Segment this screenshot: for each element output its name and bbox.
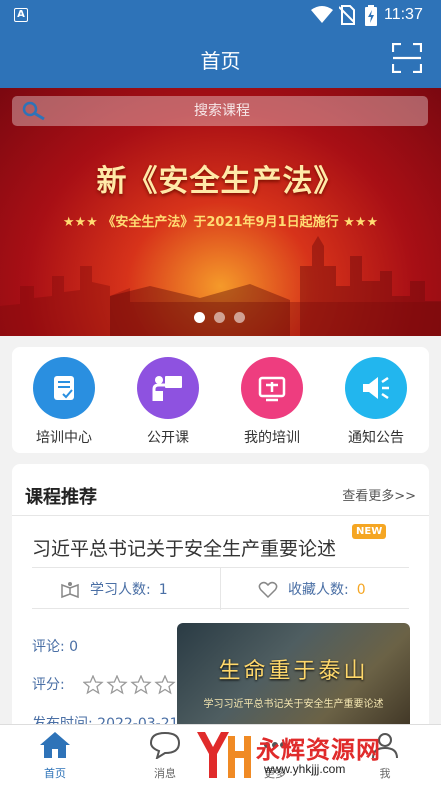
new-badge: NEW bbox=[352, 524, 387, 539]
heart-icon bbox=[258, 581, 278, 599]
search-icon bbox=[22, 101, 45, 121]
comments-count: 0 bbox=[69, 639, 79, 655]
favorites-label: 收藏人数: bbox=[288, 582, 349, 598]
tab-label: 首页 bbox=[44, 767, 66, 780]
carousel-dot[interactable] bbox=[234, 312, 245, 323]
page-title: 首页 bbox=[200, 49, 241, 73]
announcement-icon bbox=[345, 357, 407, 419]
search-bar[interactable] bbox=[12, 96, 428, 126]
star-icon bbox=[106, 675, 128, 695]
course-recommend-card: 课程推荐 查看更多>> 习近平总书记关于安全生产重要论述 NEW 学习人数: 1 … bbox=[12, 464, 429, 734]
site-watermark: 永辉资源网 www.yhkjjj.com bbox=[194, 728, 419, 784]
scan-icon[interactable] bbox=[392, 43, 422, 73]
banner-headline: 新《安全生产法》 bbox=[96, 164, 345, 199]
top-nav-bar: 首页 bbox=[0, 30, 441, 88]
banner-carousel[interactable]: 新《安全生产法》 ★★★ 《安全生产法》于2021年9月1日起施行 ★★★ bbox=[0, 88, 441, 336]
star-icon bbox=[83, 675, 104, 695]
carousel-dot[interactable] bbox=[194, 312, 205, 323]
favorites-count: 0 bbox=[356, 582, 366, 598]
rating-row: 评分: bbox=[32, 674, 179, 695]
view-more-link[interactable]: 查看更多>> bbox=[342, 485, 416, 504]
thumbnail-title: 生命重于泰山 bbox=[218, 659, 369, 684]
quick-nav-open-class[interactable]: 公开课 bbox=[123, 357, 213, 447]
learners-icon bbox=[61, 582, 79, 599]
battery-charging-icon bbox=[365, 5, 377, 26]
star-icon bbox=[154, 675, 176, 695]
no-sim-icon bbox=[339, 5, 355, 25]
watermark-title: 永辉资源网 bbox=[256, 736, 381, 764]
divider bbox=[12, 515, 429, 516]
watermark-logo bbox=[197, 732, 251, 778]
training-center-icon bbox=[33, 357, 95, 419]
learners-stat: 学习人数: 1 bbox=[60, 579, 168, 599]
search-input[interactable] bbox=[52, 96, 392, 126]
quick-nav-label: 通知公告 bbox=[348, 430, 404, 446]
quick-nav-card: 培训中心 公开课 我的培训 通知公告 bbox=[12, 347, 429, 453]
course-stats: 学习人数: 1 收藏人数: 0 bbox=[32, 567, 409, 610]
divider bbox=[220, 568, 221, 610]
banner-subtitle: ★★★ 《安全生产法》于2021年9月1日起施行 ★★★ bbox=[62, 215, 379, 230]
status-bar: A 11:37 bbox=[0, 0, 441, 30]
quick-nav-label: 培训中心 bbox=[36, 430, 92, 446]
carousel-dot[interactable] bbox=[214, 312, 225, 323]
learners-count: 1 bbox=[158, 582, 168, 598]
tab-messages[interactable]: 消息 bbox=[135, 731, 195, 781]
wifi-icon bbox=[311, 6, 333, 23]
quick-nav-label: 公开课 bbox=[147, 430, 189, 446]
tab-home[interactable]: 首页 bbox=[25, 731, 85, 781]
rating-label: 评分: bbox=[32, 677, 65, 693]
quick-nav-training-center[interactable]: 培训中心 bbox=[19, 357, 109, 447]
message-icon bbox=[149, 731, 181, 761]
section-title: 课程推荐 bbox=[25, 487, 97, 508]
open-class-icon bbox=[137, 357, 199, 419]
carousel-indicator bbox=[194, 312, 245, 323]
watermark-url: www.yhkjjj.com bbox=[264, 762, 346, 776]
learners-label: 学习人数: bbox=[90, 582, 151, 598]
course-thumbnail[interactable]: 生命重于泰山 学习习近平总书记关于安全生产重要论述 bbox=[177, 623, 410, 734]
course-title[interactable]: 习近平总书记关于安全生产重要论述 bbox=[32, 534, 336, 561]
thumbnail-subtitle: 学习习近平总书记关于安全生产重要论述 bbox=[203, 699, 384, 710]
quick-nav-my-training[interactable]: 我的培训 bbox=[227, 357, 317, 447]
favorites-stat[interactable]: 收藏人数: 0 bbox=[258, 579, 366, 599]
quick-nav-announcement[interactable]: 通知公告 bbox=[331, 357, 421, 447]
comments-label: 评论: bbox=[32, 639, 65, 655]
my-training-icon bbox=[241, 357, 303, 419]
clock: 11:37 bbox=[384, 6, 423, 23]
home-icon bbox=[40, 732, 70, 758]
tab-label: 消息 bbox=[154, 767, 176, 780]
star-rating bbox=[83, 675, 176, 695]
star-icon bbox=[130, 675, 152, 695]
comments-row: 评论: 0 bbox=[32, 636, 78, 656]
quick-nav-label: 我的培训 bbox=[244, 430, 300, 446]
app-notification-icon: A bbox=[14, 8, 28, 22]
